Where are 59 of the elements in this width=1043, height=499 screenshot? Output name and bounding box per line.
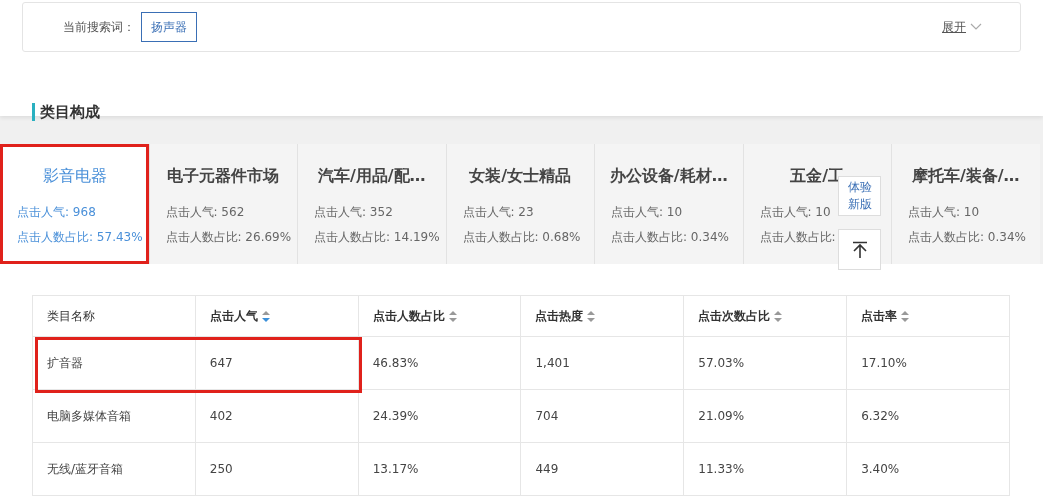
chevron-down-icon [970, 23, 982, 31]
search-label: 当前搜索词： [63, 19, 135, 36]
column-header[interactable]: 点击人气 [209, 309, 258, 323]
category-card[interactable]: 电子元器件市场 点击人气: 562 点击人数占比: 26.69% [148, 144, 297, 264]
click-ratio: 点击人数占比: 0.68% [462, 229, 581, 246]
click-count: 点击人气: 352 [314, 204, 393, 221]
column-header[interactable]: 点击率 [861, 309, 898, 323]
click-ratio: 点击人数占比: 14.19% [314, 229, 440, 246]
click-ratio: 点击人数占比: 0.34% [611, 229, 729, 246]
table-cell: 1,401 [521, 336, 684, 390]
click-ratio: 点击人数占比: [759, 229, 836, 246]
sort-icon[interactable] [901, 311, 910, 322]
click-count: 点击人气: 10 [759, 204, 831, 221]
category-name: 女装/女士精品 [469, 165, 572, 187]
column-header[interactable]: 点击次数占比 [698, 309, 771, 323]
click-ratio: 点击人数占比: 57.43% [17, 229, 143, 246]
table-cell: 21.09% [683, 389, 847, 443]
section-title: 类目构成 [32, 103, 100, 121]
table-cell: 449 [521, 442, 684, 496]
table-cell: 3.40% [846, 442, 1010, 496]
table-cell: 704 [521, 389, 684, 443]
click-count: 点击人气: 10 [611, 204, 683, 221]
table-cell: 11.33% [683, 442, 847, 496]
click-ratio: 点击人数占比: 26.69% [165, 229, 292, 246]
column-header: 类目名称 [47, 309, 95, 323]
click-count: 点击人气: 10 [908, 204, 980, 221]
sort-icon[interactable] [587, 311, 596, 322]
table-cell: 6.32% [846, 389, 1010, 443]
click-count: 点击人气: 968 [17, 204, 96, 221]
column-header[interactable]: 点击热度 [535, 309, 584, 323]
category-card[interactable]: 女装/女士精品 点击人气: 23 点击人数占比: 0.68% [445, 144, 594, 264]
table-cell: 250 [195, 442, 359, 496]
category-name: 摩托车/装备/… [911, 165, 1020, 187]
category-card[interactable]: 办公设备/耗材… 点击人气: 10 点击人数占比: 0.34% [594, 144, 743, 264]
keyword-tag[interactable]: 扬声器 [141, 12, 197, 42]
back-to-top-button[interactable] [838, 229, 881, 270]
sort-icon[interactable] [261, 311, 270, 322]
click-count: 点击人气: 23 [462, 204, 534, 221]
expand-link[interactable]: 展开 [942, 18, 982, 36]
category-name: 汽车/用品/配… [317, 165, 426, 187]
click-count: 点击人气: 562 [165, 204, 245, 221]
click-ratio: 点击人数占比: 0.34% [908, 229, 1026, 246]
category-name: 电子元器件市场 [167, 165, 280, 187]
new-version-button[interactable]: 体验新版 [838, 176, 881, 216]
table-cell: 24.39% [358, 389, 521, 443]
column-header[interactable]: 点击人数占比 [372, 309, 445, 323]
sort-icon[interactable] [448, 311, 457, 322]
category-card[interactable]: 摩托车/装备/… 点击人气: 10 点击人数占比: 0.34% [891, 144, 1040, 264]
sort-icon[interactable] [774, 311, 783, 322]
back-to-top-icon [851, 240, 868, 259]
table-cell: 电脑多媒体音箱 [32, 389, 196, 443]
table-cell: 17.10% [846, 336, 1010, 390]
table-cell: 无线/蓝牙音箱 [32, 442, 196, 496]
category-name: 影音电器 [42, 165, 107, 187]
table-cell: 57.03% [683, 336, 847, 390]
category-card[interactable]: 汽车/用品/配… 点击人气: 352 点击人数占比: 14.19% [297, 144, 446, 264]
category-card[interactable]: 影音电器 点击人气: 968 点击人数占比: 57.43% [0, 144, 149, 264]
table-cell: 13.17% [358, 442, 521, 496]
category-name: 办公设备/耗材… [609, 165, 728, 187]
